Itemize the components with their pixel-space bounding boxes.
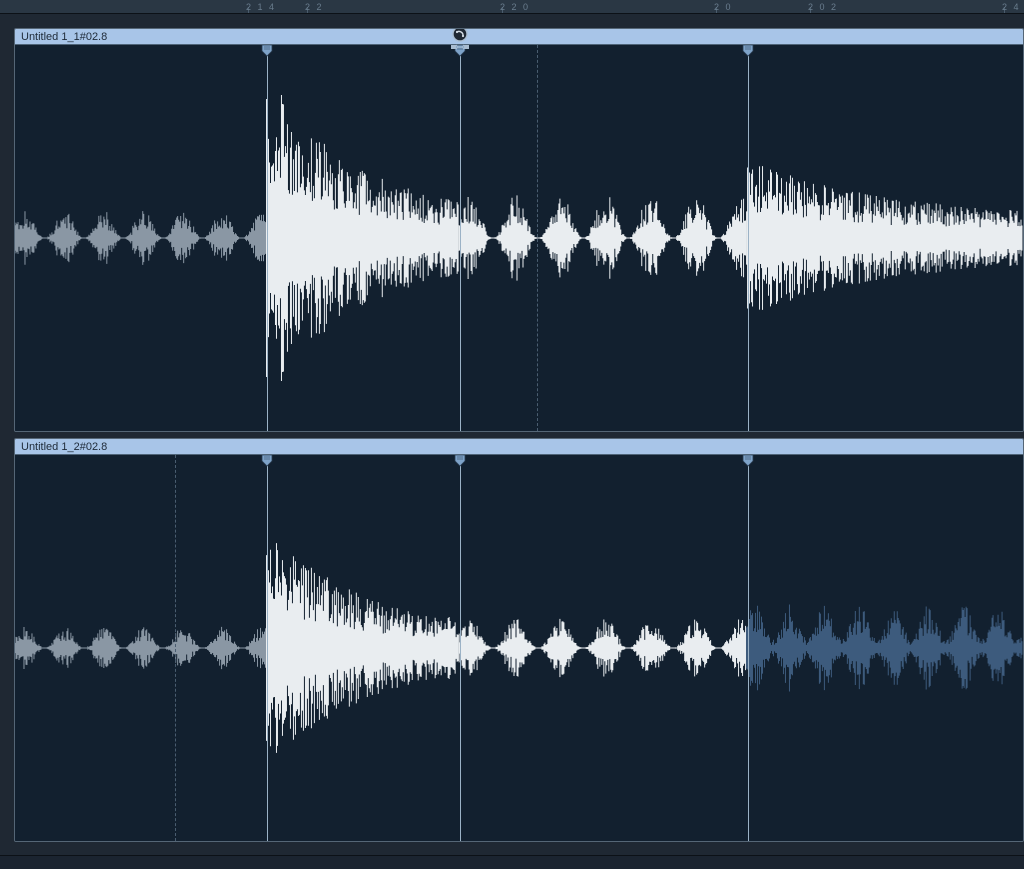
horizontal-scrollbar[interactable] — [0, 855, 1024, 869]
marker-flag-icon[interactable] — [742, 455, 754, 467]
marker-flag-icon[interactable] — [454, 455, 466, 467]
clip-name-label[interactable]: Untitled 1_2#02.8 — [15, 439, 1023, 455]
waveform-segment[interactable] — [15, 627, 266, 669]
transient-marker[interactable] — [267, 45, 268, 431]
flex-anchor-icon[interactable] — [448, 28, 472, 57]
waveform-segment[interactable] — [459, 619, 745, 677]
waveform-segment[interactable] — [267, 543, 459, 753]
waveform-segment[interactable] — [747, 605, 1022, 692]
ruler-label: 2 4 — [1002, 2, 1021, 12]
waveform[interactable] — [15, 455, 1023, 841]
marker-flag-icon[interactable] — [742, 45, 754, 57]
clip-name-label[interactable]: Untitled 1_1#02.8 — [15, 29, 1023, 45]
audio-editor-root: 2 1 4 2 2 2 2 0 2 0 2 0 2 2 4 Untitled 1_1#02… — [0, 0, 1024, 869]
timeline-ruler[interactable]: 2 1 4 2 2 2 2 0 2 0 2 0 2 2 4 — [0, 0, 1024, 14]
waveform-segment[interactable] — [459, 195, 745, 280]
ruler-label: 2 0 — [714, 2, 733, 12]
ruler-label: 2 0 2 — [808, 2, 838, 12]
waveform-segment[interactable] — [267, 95, 459, 381]
ruler-label: 2 2 — [305, 2, 324, 12]
transient-marker[interactable] — [460, 455, 461, 841]
clip-body[interactable] — [15, 45, 1023, 431]
waveform-segment[interactable] — [747, 166, 1022, 310]
transient-marker[interactable] — [460, 45, 461, 431]
grid-line — [175, 455, 176, 841]
track-area: Untitled 1_1#02.8 Untitled 1_2#02.8 — [0, 14, 1024, 855]
marker-flag-icon[interactable] — [261, 45, 273, 57]
audio-clip[interactable]: Untitled 1_1#02.8 — [14, 28, 1024, 432]
transient-marker[interactable] — [748, 45, 749, 431]
audio-clip[interactable]: Untitled 1_2#02.8 — [14, 438, 1024, 842]
ruler-label: 2 2 0 — [500, 2, 530, 12]
waveform[interactable] — [15, 45, 1023, 431]
transient-marker[interactable] — [748, 455, 749, 841]
grid-line — [537, 45, 538, 431]
transient-marker[interactable] — [267, 455, 268, 841]
clip-body[interactable] — [15, 455, 1023, 841]
waveform-segment[interactable] — [15, 211, 266, 265]
ruler-label: 2 1 4 — [246, 2, 276, 12]
marker-flag-icon[interactable] — [261, 455, 273, 467]
